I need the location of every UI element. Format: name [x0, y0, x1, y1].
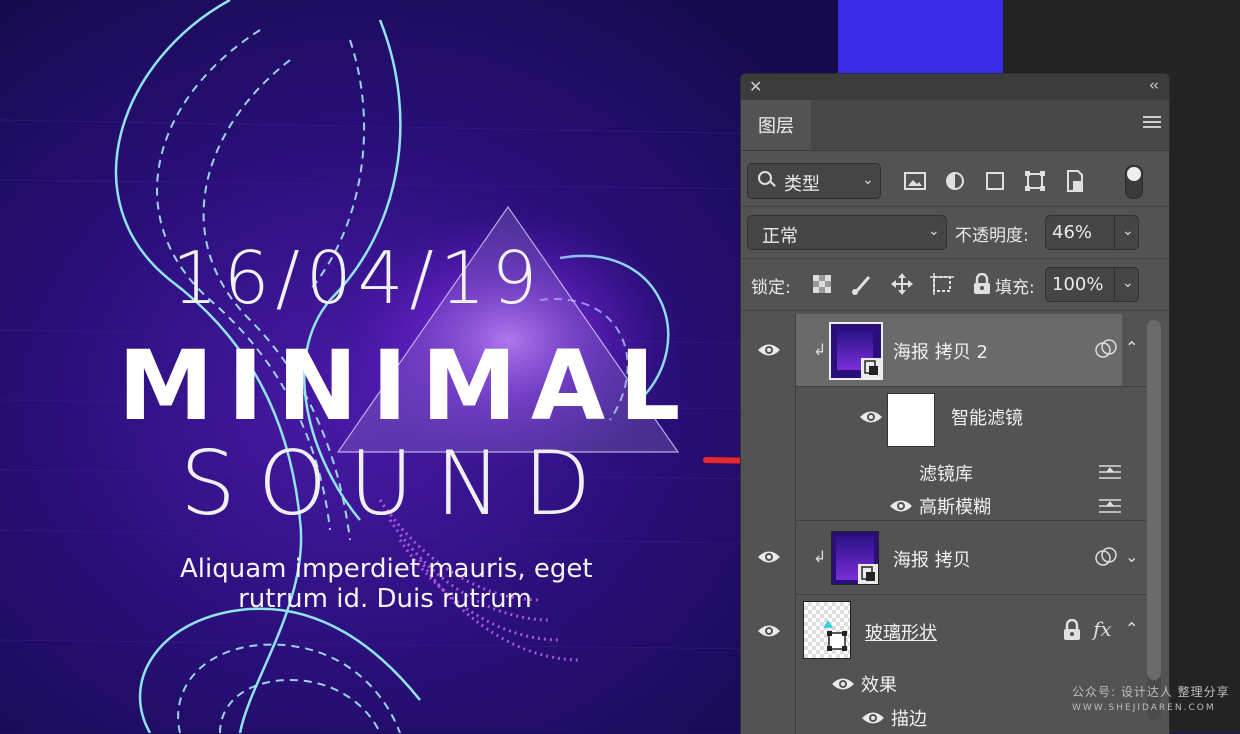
smart-object-badge-icon	[861, 358, 881, 378]
lock-transparency-icon[interactable]	[809, 272, 835, 296]
watermark: 公众号: 设计达人 整理分享 WWW.SHEJIDAREN.COM	[1072, 684, 1230, 716]
layer-thumbnail	[803, 601, 851, 659]
fill-field[interactable]: 100% ⌄	[1045, 267, 1139, 302]
filter-row-gaussian-blur[interactable]: 高斯模糊	[741, 488, 1145, 524]
chevron-down-icon[interactable]: ⌄	[1125, 547, 1138, 566]
lock-artboard-icon[interactable]	[929, 272, 955, 296]
panel-title-bar: ✕ ‹‹	[741, 74, 1169, 100]
watermark-line-1: 公众号: 设计达人 整理分享	[1072, 685, 1230, 699]
layers-panel: ✕ ‹‹ 图层 类型 ⌄ 正常 ⌄ 不透明度: 46% ⌄ 锁定: 填充: 10…	[740, 73, 1170, 734]
filter-row-filter-gallery[interactable]: 滤镜库	[741, 454, 1145, 490]
layer-name[interactable]: 高斯模糊	[919, 493, 991, 519]
layer-name[interactable]: 海报 拷贝 2	[893, 338, 988, 364]
lock-icons	[809, 272, 995, 296]
opacity-value: 46%	[1052, 222, 1093, 243]
layer-filter-label: 类型	[784, 174, 820, 195]
type-filter-icon[interactable]	[981, 168, 1009, 194]
clipping-arrow-icon: ↲	[813, 547, 827, 566]
layers-list: ↲ 海报 拷贝 2 ⌃ 智能滤镜 滤镜库 高斯模糊 ↲ 海报 拷贝 ⌄ 玻璃形状…	[741, 314, 1169, 734]
blend-mode-select[interactable]: 正常 ⌄	[747, 215, 947, 250]
layer-name[interactable]: 玻璃形状	[865, 619, 937, 645]
chevron-down-icon: ⌄	[928, 223, 940, 239]
eye-icon[interactable]	[757, 342, 781, 358]
eye-icon[interactable]	[757, 623, 781, 639]
search-icon	[758, 171, 772, 185]
poster-subtitle: SOUND	[180, 432, 614, 535]
eye-icon[interactable]	[859, 409, 883, 425]
layer-name[interactable]: 描边	[891, 705, 927, 731]
divider	[741, 310, 1169, 311]
layer-thumbnail	[829, 322, 883, 380]
eye-icon[interactable]	[889, 498, 913, 514]
smart-filter-link-icon	[1095, 338, 1117, 364]
fx-icon[interactable]: fx	[1093, 617, 1112, 641]
accent-blue-block	[838, 0, 1003, 73]
chevron-down-icon: ⌄	[862, 172, 874, 188]
smart-object-filter-icon[interactable]	[1061, 168, 1089, 194]
layer-name[interactable]: 滤镜库	[919, 460, 973, 486]
chevron-down-icon[interactable]: ⌄	[1122, 275, 1134, 291]
poster-body-line-2: rutrum id. Duis rutrum	[238, 584, 532, 614]
smart-filter-mask-thumbnail	[887, 393, 935, 447]
shape-filter-icon[interactable]	[1021, 168, 1049, 194]
poster-title: MINIMAL	[118, 330, 695, 442]
filter-icons	[901, 168, 1089, 194]
close-icon[interactable]: ✕	[749, 77, 762, 96]
chevron-up-icon[interactable]: ⌃	[1125, 619, 1138, 638]
layers-scrollbar[interactable]	[1147, 320, 1161, 720]
pixel-filter-icon[interactable]	[901, 168, 929, 194]
opacity-field[interactable]: 46% ⌄	[1045, 215, 1139, 250]
smart-object-badge-icon	[858, 564, 878, 584]
divider	[741, 206, 1169, 207]
layer-name[interactable]: 效果	[861, 671, 897, 697]
poster-body: Aliquam imperdiet mauris, eget rutrum id…	[180, 554, 593, 614]
layer-name[interactable]: 智能滤镜	[951, 404, 1023, 430]
collapse-icon[interactable]: ‹‹	[1149, 76, 1159, 94]
poster-date: 16/04/19	[172, 236, 544, 320]
filter-options-icon[interactable]	[1099, 496, 1121, 518]
eye-icon[interactable]	[831, 676, 855, 692]
opacity-label: 不透明度:	[955, 226, 1029, 246]
shape-badge-icon	[826, 630, 848, 652]
smart-filter-link-icon	[1095, 546, 1117, 572]
layer-row-poster-copy-2[interactable]: ↲ 海报 拷贝 2 ⌃	[741, 314, 1145, 386]
layer-row-glass-shape[interactable]: 玻璃形状 fx ⌃	[741, 595, 1145, 667]
layer-thumbnail	[831, 531, 879, 585]
eye-icon[interactable]	[757, 549, 781, 565]
clipping-arrow-icon: ↲	[813, 340, 827, 359]
chevron-down-icon[interactable]: ⌄	[1122, 223, 1134, 239]
chevron-up-icon[interactable]: ⌃	[1125, 338, 1138, 357]
panel-menu-icon[interactable]	[1143, 116, 1161, 131]
poster-body-line-1: Aliquam imperdiet mauris, eget	[180, 554, 593, 584]
layer-name[interactable]: 海报 拷贝	[893, 546, 971, 572]
layer-row-poster-copy[interactable]: ↲ 海报 拷贝 ⌄	[741, 521, 1145, 593]
blend-mode-value: 正常	[762, 226, 798, 247]
smart-filter-row[interactable]: 智能滤镜	[741, 387, 1145, 449]
filter-toggle[interactable]	[1125, 165, 1143, 199]
lock-icon	[1063, 618, 1081, 645]
fill-label: 填充:	[995, 278, 1035, 298]
lock-all-icon[interactable]	[969, 272, 995, 296]
lock-pixels-brush-icon[interactable]	[849, 272, 875, 296]
divider	[741, 258, 1169, 259]
eye-icon[interactable]	[861, 710, 885, 726]
tab-layers[interactable]: 图层	[741, 100, 811, 150]
panel-tab-bar: 图层	[741, 100, 1169, 151]
adjustment-filter-icon[interactable]	[941, 168, 969, 194]
scrollbar-thumb[interactable]	[1147, 320, 1161, 680]
layer-filter-select[interactable]: 类型 ⌄	[747, 163, 881, 199]
filter-options-icon[interactable]	[1099, 462, 1121, 484]
watermark-line-2: WWW.SHEJIDAREN.COM	[1072, 703, 1216, 713]
lock-position-move-icon[interactable]	[889, 272, 915, 296]
lock-label: 锁定:	[751, 278, 791, 298]
fill-value: 100%	[1052, 274, 1104, 295]
